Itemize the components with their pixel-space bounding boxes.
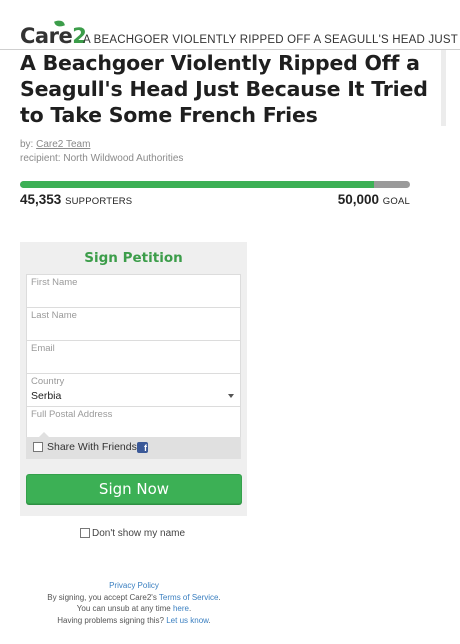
share-checkbox[interactable] [33,442,43,452]
postal-address-label: Full Postal Address [31,409,113,420]
first-name-label: First Name [31,277,78,288]
hide-name-option[interactable]: Don't show my name [80,528,185,539]
last-name-field[interactable]: Last Name [26,307,241,341]
first-name-field[interactable]: First Name [26,274,241,308]
last-name-input[interactable] [30,327,235,338]
form-heading: Sign Petition [84,250,183,266]
last-name-label: Last Name [31,310,77,321]
hide-name-checkbox[interactable] [80,528,90,538]
goal-count: 50,000 GOAL [338,192,410,207]
terms-suffix: . [218,592,221,602]
unsubscribe-link[interactable]: here [173,604,189,613]
postal-address-input[interactable] [30,424,235,435]
byline: by: Care2 Team [20,139,90,150]
supporters-label: SUPPORTERS [65,196,133,207]
care2-logo[interactable]: Care2 [20,24,87,48]
facebook-icon: f [137,442,148,453]
scrollbar[interactable] [441,50,446,126]
hide-name-label[interactable]: Don't show my name [92,528,185,539]
goal-label: GOAL [382,196,410,207]
help-prefix: Having problems signing this? [57,615,167,625]
chevron-down-icon[interactable] [228,394,234,398]
email-input[interactable] [30,360,235,371]
share-row-notch [39,432,49,437]
author-link[interactable]: Care2 Team [36,139,90,150]
email-label: Email [31,343,55,354]
terms-prefix: By signing, you accept Care2's [47,592,159,602]
legal-footer: Privacy Policy By signing, you accept Ca… [0,580,268,626]
share-label[interactable]: Share With Friends [47,441,137,453]
email-field[interactable]: Email [26,340,241,374]
help-suffix: . [208,615,211,625]
share-with-friends-row: Share With Friends f [26,432,241,459]
top-bar: Care2 A BEACHGOER VIOLENTLY RIPPED OFF A… [0,0,460,50]
first-name-input[interactable] [30,294,235,305]
country-label: Country [31,376,65,387]
recipient: recipient: North Wildwood Authorities [20,153,184,164]
privacy-policy-link[interactable]: Privacy Policy [109,581,159,590]
unsub-suffix: . [189,604,192,613]
progress-fill [20,181,374,188]
country-value: Serbia [31,390,62,402]
supporters-number: 45,353 [20,192,62,207]
goal-number: 50,000 [337,192,380,207]
supporters-count: 45,353 SUPPORTERS [20,192,132,207]
scrolling-title: A BEACHGOER VIOLENTLY RIPPED OFF A SEAGU… [83,34,460,46]
postal-address-field[interactable]: Full Postal Address [26,406,241,438]
terms-of-service-link[interactable]: Terms of Service [159,593,219,602]
country-select[interactable]: Country Serbia [26,373,241,407]
unsub-prefix: You can unsub at any time [76,604,173,613]
sign-now-button[interactable]: Sign Now [26,474,242,504]
help-link[interactable]: Let us know [166,616,208,625]
sign-petition-form: Sign Petition First Name Last Name Email… [20,242,247,516]
petition-title: A Beachgoer Violently Ripped Off a Seagu… [20,51,428,127]
by-prefix: by: [20,139,34,150]
logo-text-prefix: Care [20,24,73,48]
progress-bar [20,181,410,188]
